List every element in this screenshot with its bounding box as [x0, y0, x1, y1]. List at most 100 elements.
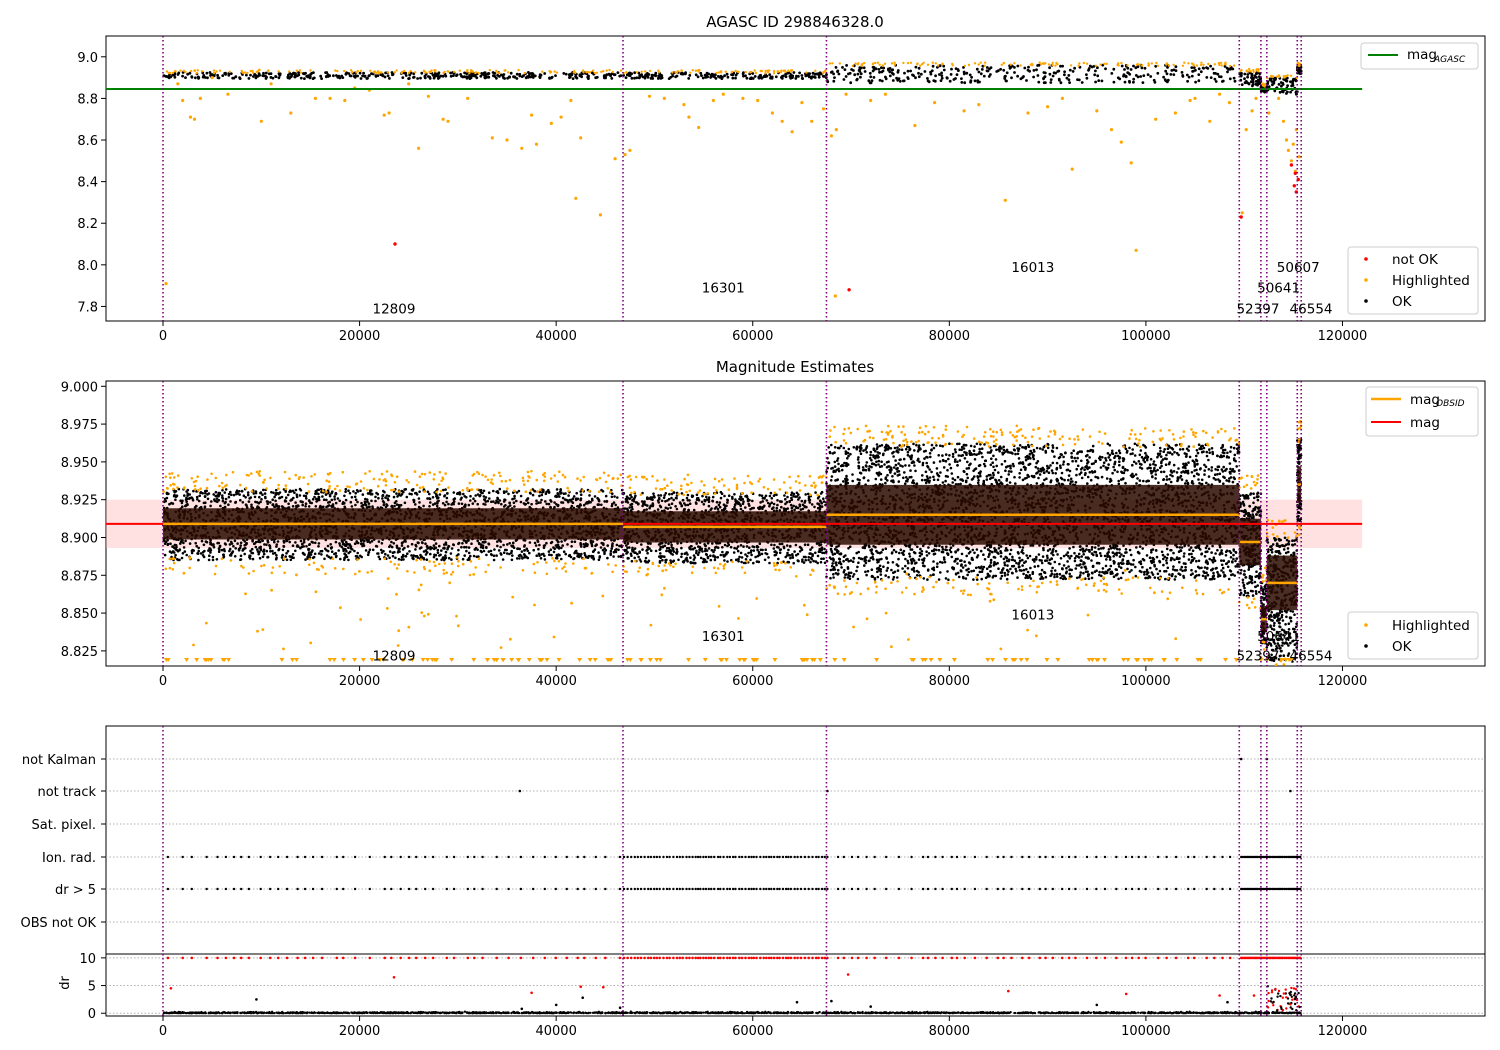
highlighted-point [591, 69, 595, 72]
ok-point [929, 70, 932, 74]
ok-point [1228, 77, 1232, 81]
ok-point [476, 502, 480, 506]
ok-point [190, 496, 193, 499]
ok-point [229, 500, 232, 503]
ok-point [479, 545, 483, 549]
ok-point [644, 556, 648, 560]
ok-point [848, 71, 852, 75]
ok-point [669, 552, 673, 555]
ok-point [726, 560, 729, 563]
ok-point [236, 542, 239, 545]
ok-point [734, 76, 737, 80]
ok-point [898, 79, 902, 83]
ok-point [428, 492, 431, 496]
ok-point [775, 506, 779, 510]
highlighted-point [447, 70, 450, 73]
ok-point [177, 71, 181, 75]
ok-point [377, 540, 381, 543]
ok-point [274, 75, 277, 78]
ok-point [1142, 74, 1146, 77]
ok-point [307, 499, 311, 502]
highlighted-point [168, 71, 172, 75]
x-tick-label: 0 [159, 329, 167, 344]
ok-point [223, 501, 227, 505]
ok-point [523, 549, 526, 552]
ok-point [531, 493, 535, 497]
ok-point [763, 558, 767, 562]
ok-point [329, 546, 333, 550]
ok-point [255, 501, 259, 504]
ok-point [166, 542, 170, 546]
highlighted-outlier-point [780, 119, 784, 123]
highlighted-point [715, 71, 718, 75]
ok-point [284, 496, 288, 500]
ok-point [1094, 80, 1097, 84]
highlighted-point [750, 70, 753, 74]
highlighted-point [1085, 62, 1089, 65]
ok-point [1068, 81, 1071, 84]
ok-point [1093, 73, 1097, 77]
ok-point [1005, 71, 1009, 75]
ok-point [252, 492, 256, 495]
highlighted-point [1019, 64, 1022, 67]
ok-point [417, 541, 420, 545]
highlighted-point [212, 69, 216, 72]
ok-point [1218, 75, 1221, 78]
ok-point [317, 545, 320, 548]
ok-point [465, 545, 468, 549]
ok-point [254, 490, 258, 493]
ok-point [230, 493, 233, 497]
ok-point [382, 549, 385, 553]
ok-point [455, 74, 458, 77]
ok-point [363, 539, 366, 543]
ok-point [294, 488, 298, 492]
ok-point [613, 495, 616, 498]
ok-point [583, 553, 587, 557]
ok-point [540, 493, 544, 497]
ok-point [163, 553, 167, 557]
ok-point [311, 497, 315, 501]
ok-point [483, 71, 487, 75]
ok-point [344, 487, 348, 491]
ok-point [474, 546, 478, 550]
ok-point [626, 501, 630, 504]
ok-point [433, 546, 437, 550]
ok-point [361, 493, 365, 496]
highlighted-point [854, 62, 857, 65]
ok-point [418, 501, 421, 504]
ok-point [404, 554, 408, 558]
ok-point [732, 551, 736, 554]
ok-point [414, 491, 417, 495]
ok-point [792, 561, 795, 565]
ok-point [298, 494, 302, 497]
ok-point [437, 499, 440, 503]
highlighted-point [359, 69, 363, 73]
ok-point [420, 541, 424, 544]
ok-point [200, 539, 204, 543]
highlighted-point [1051, 61, 1054, 65]
ok-point [735, 500, 739, 503]
ok-point [429, 545, 432, 549]
ok-point [173, 543, 177, 547]
not-ok-point [393, 242, 397, 246]
ok-point [560, 540, 563, 543]
ok-point [794, 495, 797, 498]
highlighted-outlier-point [490, 136, 494, 140]
ok-point [609, 549, 613, 553]
highlighted-point [1147, 62, 1150, 65]
ok-point [539, 557, 543, 560]
ok-point [457, 548, 460, 552]
highlighted-point [764, 72, 767, 75]
highlighted-point [548, 69, 551, 73]
ok-point [554, 556, 558, 560]
ok-point [405, 495, 409, 499]
ok-point [484, 540, 487, 544]
ok-point [493, 548, 496, 551]
ok-point [1180, 71, 1184, 74]
ok-point [830, 70, 834, 74]
legend-highlighted-label: Highlighted [1392, 273, 1470, 289]
highlighted-point [1224, 61, 1227, 64]
ok-point [483, 498, 486, 501]
ok-point [320, 549, 324, 553]
ok-point [224, 497, 228, 501]
